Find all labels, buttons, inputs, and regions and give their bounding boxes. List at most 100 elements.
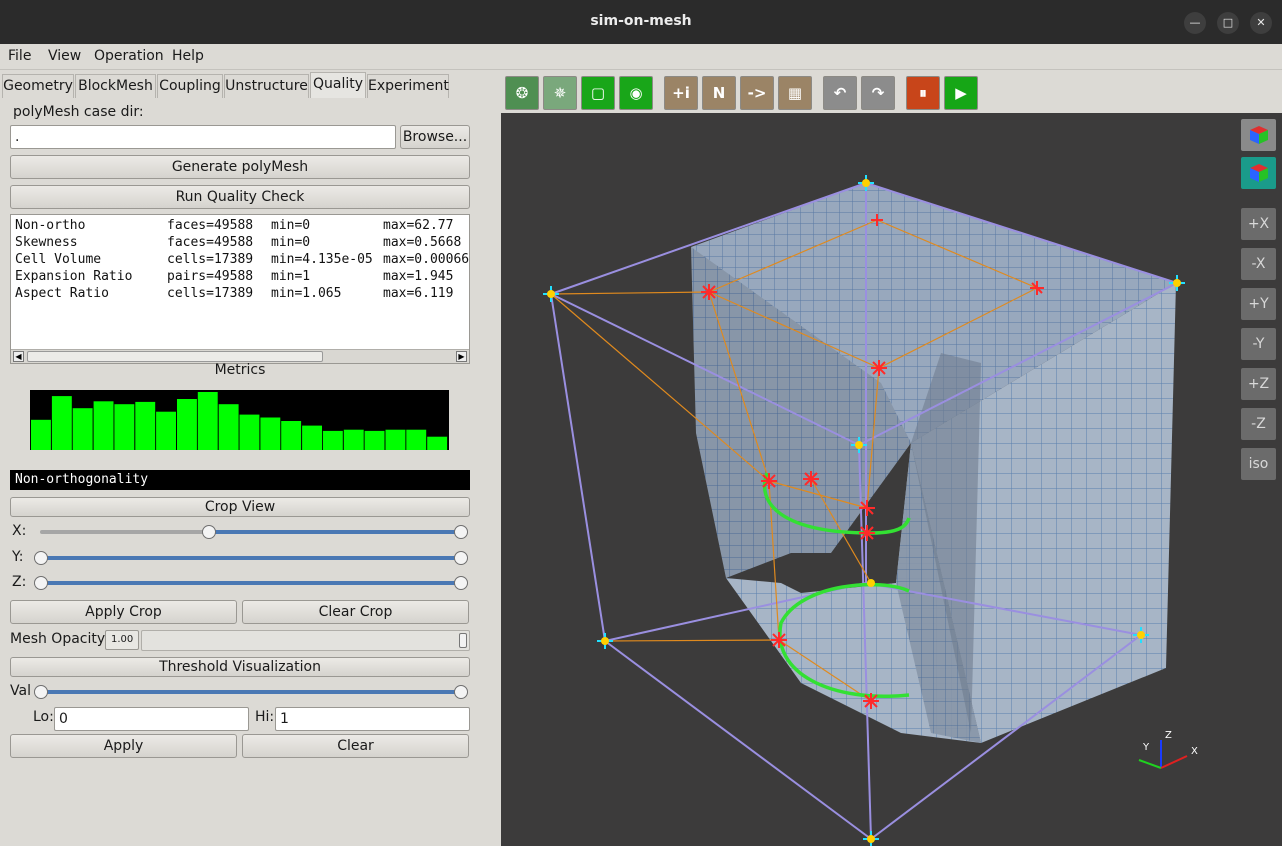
selected-metric[interactable]: Non-orthogonality: [10, 470, 470, 490]
axis-z-label: Z: [1165, 730, 1172, 741]
view-button[interactable]: -X: [1241, 248, 1276, 280]
tab-unstructure[interactable]: Unstructure: [224, 74, 309, 98]
apply-crop-button[interactable]: Apply Crop: [10, 600, 237, 624]
menu-file[interactable]: File: [8, 48, 31, 64]
report-cell: Cell Volume: [15, 252, 102, 267]
crop-z-slider[interactable]: [34, 575, 468, 591]
mesh-opacity-slider[interactable]: [141, 630, 470, 651]
mesh-opacity-label: Mesh Opacity:: [10, 631, 109, 647]
tab-coupling[interactable]: Coupling: [157, 74, 223, 98]
undo-icon[interactable]: ↶: [823, 76, 857, 110]
clear-crop-button[interactable]: Clear Crop: [242, 600, 469, 624]
clear-threshold-button[interactable]: Clear: [242, 734, 469, 758]
select-face-icon[interactable]: ▢: [581, 76, 615, 110]
threshold-val-slider[interactable]: [34, 684, 468, 700]
run-quality-check-button[interactable]: Run Quality Check: [10, 185, 470, 209]
generate-polymesh-button[interactable]: Generate polyMesh: [10, 155, 470, 179]
slider-handle[interactable]: [454, 525, 468, 539]
view-button[interactable]: -Y: [1241, 328, 1276, 360]
view-button[interactable]: iso: [1241, 448, 1276, 480]
node-icon[interactable]: N: [702, 76, 736, 110]
close-icon[interactable]: ✕: [1250, 12, 1272, 34]
report-cell: max=0.00066: [383, 252, 470, 267]
redo-icon[interactable]: ↷: [861, 76, 895, 110]
tab-experiment[interactable]: Experiment: [367, 74, 449, 98]
histogram-bar: [260, 417, 281, 450]
hi-label: Hi:: [255, 709, 275, 725]
opacity-handle[interactable]: [459, 633, 467, 648]
play-icon[interactable]: ▶: [944, 76, 978, 110]
report-cell: Aspect Ratio: [15, 286, 109, 301]
histogram-bar: [281, 421, 302, 450]
axis-y-label: Y: [1142, 742, 1150, 753]
slider-handle[interactable]: [34, 685, 48, 699]
menu-bar: File View Operation Help: [0, 44, 1282, 70]
hi-input[interactable]: 1: [275, 707, 470, 731]
case-dir-input[interactable]: .: [10, 125, 396, 149]
app-window: sim-on-mesh — □ ✕ File View Operation He…: [0, 0, 1282, 846]
histogram-bar: [322, 430, 343, 450]
view-button[interactable]: +Z: [1241, 368, 1276, 400]
slider-handle[interactable]: [454, 685, 468, 699]
mesh-scene[interactable]: Z X Y: [501, 113, 1282, 846]
histogram-bar: [51, 396, 72, 450]
viewport-toolbar: ❂ ✵ ▢ ◉ +i N -> ▦ ↶ ↷ ⏸ ▶: [501, 71, 1282, 113]
quality-report: Non-ortho faces=49588 min=0 max=62.77 Skewne…: [10, 214, 470, 364]
view-button[interactable]: -Z: [1241, 408, 1276, 440]
crop-y-slider[interactable]: [34, 550, 468, 566]
solid-cube-icon[interactable]: [1241, 157, 1276, 189]
tab-geometry[interactable]: Geometry: [2, 74, 74, 98]
toolbar-label: +i: [672, 84, 690, 102]
scroll-right-icon[interactable]: ▶: [456, 351, 467, 362]
menu-operation[interactable]: Operation: [94, 48, 164, 64]
menu-view[interactable]: View: [48, 48, 81, 64]
mesh-cube-icon[interactable]: ▦: [778, 76, 812, 110]
title-bar: sim-on-mesh — □ ✕: [0, 0, 1282, 44]
report-cell: min=1.065: [271, 286, 342, 301]
axis-x-label: X: [1191, 746, 1198, 757]
browse-button[interactable]: Browse...: [400, 125, 470, 149]
tab-blockmesh[interactable]: BlockMesh: [75, 74, 156, 98]
minimize-icon[interactable]: —: [1184, 12, 1206, 34]
histogram-bar: [135, 401, 156, 450]
report-cell: max=6.119: [383, 286, 454, 301]
add-info-icon[interactable]: +i: [664, 76, 698, 110]
select-point-icon[interactable]: ◉: [619, 76, 653, 110]
view-button[interactable]: +Y: [1241, 288, 1276, 320]
slider-range-fill: [41, 556, 461, 560]
arrow-right-icon[interactable]: ->: [740, 76, 774, 110]
mesh-viewport[interactable]: Z X Y: [501, 113, 1282, 846]
view-button[interactable]: +X: [1241, 208, 1276, 240]
report-cell: cells=17389: [167, 286, 254, 301]
crop-z-label: Z:: [12, 574, 27, 590]
report-cell: min=1: [271, 269, 311, 284]
lo-input[interactable]: 0: [54, 707, 249, 731]
scroll-thumb[interactable]: [27, 351, 323, 362]
maximize-icon[interactable]: □: [1217, 12, 1239, 34]
apply-threshold-button[interactable]: Apply: [10, 734, 237, 758]
scroll-left-icon[interactable]: ◀: [13, 351, 24, 362]
histogram-bar: [114, 404, 135, 450]
slider-handle[interactable]: [454, 576, 468, 590]
points-sphere-icon[interactable]: ✵: [543, 76, 577, 110]
threshold-header: Threshold Visualization: [10, 657, 470, 677]
horizontal-scrollbar[interactable]: ◀ ▶: [11, 349, 469, 363]
report-cell: Skewness: [15, 235, 78, 250]
slider-handle[interactable]: [34, 576, 48, 590]
case-dir-label: polyMesh case dir:: [13, 104, 144, 120]
tab-quality[interactable]: Quality: [310, 72, 366, 98]
slider-handle[interactable]: [202, 525, 216, 539]
crop-x-slider[interactable]: [34, 524, 468, 540]
slider-handle[interactable]: [454, 551, 468, 565]
slider-range-fill: [41, 581, 461, 585]
mesh-opacity-value[interactable]: 1.00: [105, 630, 139, 650]
color-cube-icon[interactable]: [1241, 119, 1276, 151]
menu-help[interactable]: Help: [172, 48, 204, 64]
histogram-bar: [177, 399, 197, 450]
pause-icon[interactable]: ⏸: [906, 76, 940, 110]
wireframe-sphere-icon[interactable]: ❂: [505, 76, 539, 110]
report-cell: max=1.945: [383, 269, 454, 284]
histogram-bar: [93, 401, 114, 450]
histogram-bar: [385, 429, 406, 450]
slider-handle[interactable]: [34, 551, 48, 565]
